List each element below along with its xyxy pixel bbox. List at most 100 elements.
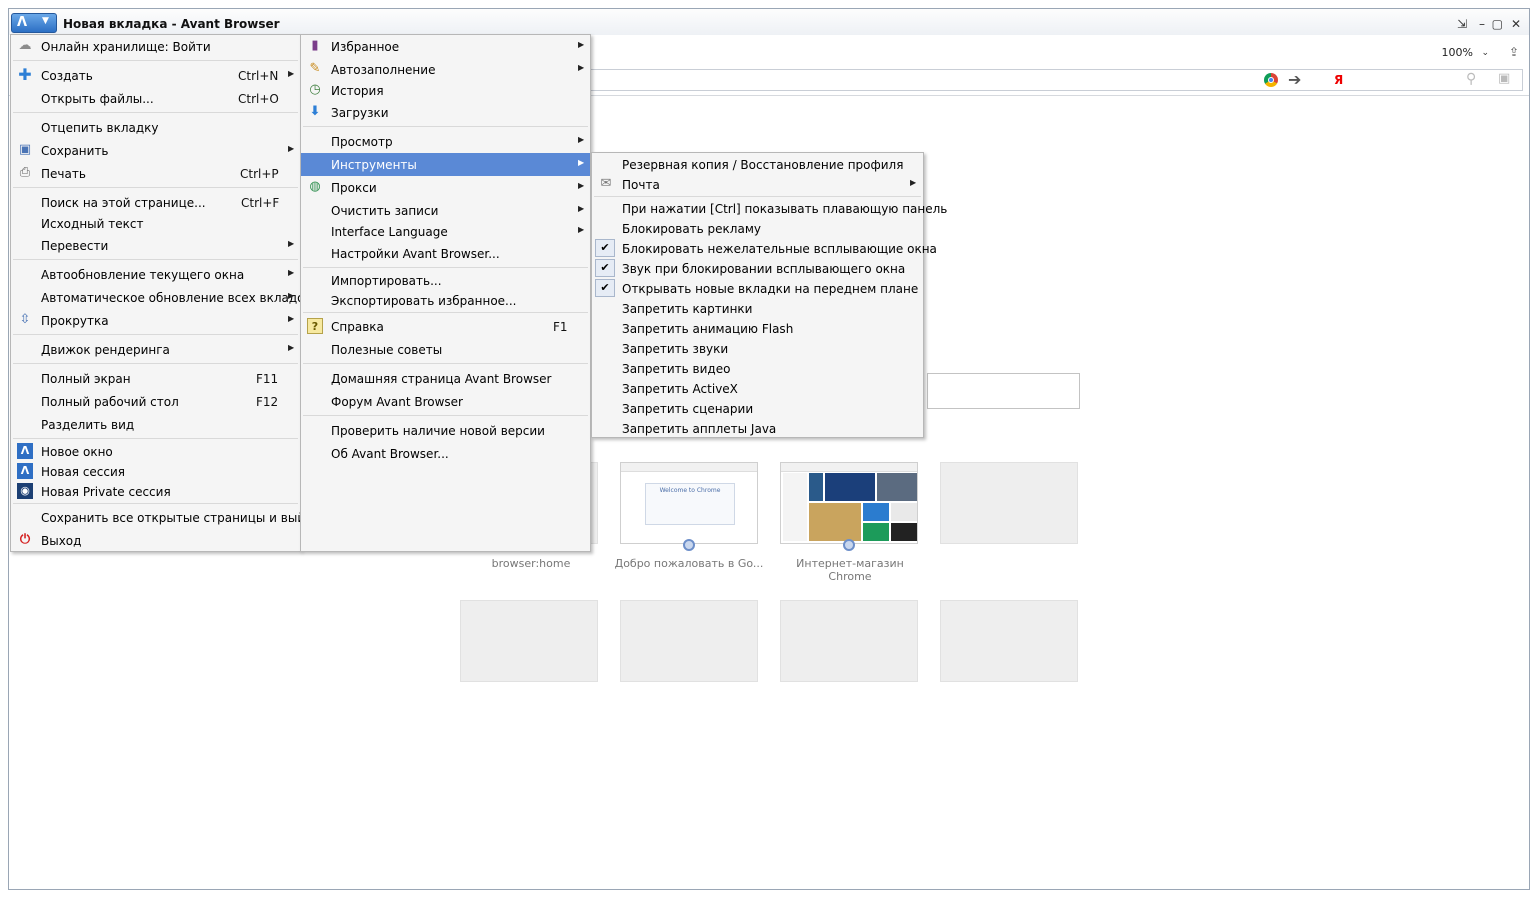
menu-item-print[interactable]: ⎙ Печать Ctrl+P [11,162,300,185]
menu-item-useful-tips[interactable]: Полезные советы [301,338,590,361]
speed-dial-tile-welcome[interactable]: Welcome to Chrome [620,462,758,551]
menu-item-split-view[interactable]: Разделить вид [11,413,300,436]
submenu-arrow-icon: ▶ [578,135,585,144]
speed-dial-tile-empty[interactable] [620,600,758,682]
menu-item-settings[interactable]: Настройки Avant Browser... [301,242,590,265]
menu-item-interface-language[interactable]: Interface Language ▶ [301,220,590,243]
menu-item-auto-refresh-all[interactable]: Автоматическое обновление всех вкладок ▶ [11,286,312,309]
speed-dial-tile-empty[interactable] [460,600,598,682]
welcome-card: Welcome to Chrome [645,483,735,525]
tools-menu: Резервная копия / Восстановление профиля… [591,152,947,440]
menu-item-label: Сохранить все открытые страницы и выйти [41,511,320,525]
menu-item-open-files[interactable]: Открыть файлы... Ctrl+O [11,87,300,110]
menu-item-find[interactable]: Поиск на этой странице... Ctrl+F [11,191,300,214]
search-options-icon[interactable]: ▣ [1498,71,1510,86]
menu-separator [13,503,298,504]
address-bar[interactable]: ➔ Я ⚲ ▣ [589,69,1523,91]
submenu-arrow-icon: ▶ [288,314,295,323]
menu-item-mail[interactable]: ✉ Почта ▶ [592,173,923,196]
bookmark-icon: ▮ [311,38,319,53]
page-search-box[interactable] [927,373,1080,409]
search-icon[interactable]: ⚲ [1466,71,1476,87]
menu-item-help[interactable]: ? Справка F1 [301,315,590,338]
menu-item-label: Сохранить [41,144,109,158]
menu-item-label: Прокси [331,181,377,195]
menu-item-new-private-session[interactable]: ◉ Новая Private сессия [11,480,300,503]
speed-dial-tile-empty[interactable] [780,600,918,682]
sub-menu: ▮ Избранное ▶ ✎ Автозаполнение ▶ ◷ Истор… [300,34,591,552]
checkmark-icon: ✔ [595,279,615,297]
menu-item-save[interactable]: ▣ Сохранить ▶ [11,139,300,162]
yandex-search-icon[interactable]: Я [1334,73,1343,87]
menu-item-tools[interactable]: Инструменты ▶ [301,153,590,176]
menu-item-label: Автозаполнение [331,63,436,77]
close-button[interactable]: ✕ [1511,17,1521,31]
zoom-level[interactable]: 100% [1442,46,1473,59]
menu-item-view[interactable]: Просмотр ▶ [301,130,590,153]
menu-item-history[interactable]: ◷ История [301,79,590,102]
power-icon: ⏻ [19,532,31,547]
menu-item-label: Звук при блокировании всплывающего окна [622,262,906,276]
restore-compact-icon[interactable]: ⇲ [1457,17,1467,31]
menu-item-label: Разделить вид [41,418,135,432]
chrome-engine-icon[interactable] [1264,73,1278,87]
menu-item-full-desktop[interactable]: Полный рабочий стол F12 [11,390,300,413]
menu-item-auto-refresh-window[interactable]: Автообновление текущего окна ▶ [11,263,300,286]
menu-item-label: Экспортировать избранное... [331,294,517,308]
main-menu: ☁ Онлайн хранилище: Войти ✚ Создать Ctrl… [10,34,320,552]
menu-item-proxy[interactable]: ◍ Прокси ▶ [301,176,590,199]
tile-label-welcome[interactable]: Добро пожаловать в Go... [614,557,764,570]
site-favicon-icon [683,539,695,551]
menu-item-label: Просмотр [331,135,393,149]
go-arrow-icon[interactable]: ➔ [1288,70,1301,89]
menu-item-export-favorites[interactable]: Экспортировать избранное... [301,289,590,312]
menu-item-forum[interactable]: Форум Avant Browser [301,390,590,413]
store-banner-game [809,503,861,541]
menu-item-scroll[interactable]: ⇳ Прокрутка ▶ [11,309,300,332]
tile-label-home[interactable]: browser:home [456,557,606,570]
welcome-text: Welcome to Chrome [659,487,721,494]
menu-separator [303,363,588,364]
tile-label-store[interactable]: Интернет-магазин Chrome [775,557,925,583]
menu-item-autofill[interactable]: ✎ Автозаполнение ▶ [301,58,590,81]
menu-separator [303,415,588,416]
speed-dial-tile-empty[interactable] [940,462,1078,544]
menu-separator [303,126,588,127]
menu-shortcut: Ctrl+O [238,92,279,106]
maximize-button[interactable]: ▢ [1492,17,1503,31]
zoom-dropdown-icon[interactable]: ⌄ [1481,48,1489,58]
store-banner [877,473,917,501]
menu-item-cloud-login[interactable]: ☁ Онлайн хранилище: Войти [11,35,300,58]
menu-item-translate[interactable]: Перевести ▶ [11,234,300,257]
menu-item-label: Открыть файлы... [41,92,154,106]
menu-item-label: При нажатии [Ctrl] показывать плавающую … [622,202,948,216]
menu-shortcut: Ctrl+P [240,167,279,181]
menu-item-label: Запретить апплеты Java [622,422,777,436]
menu-item-render-engine[interactable]: Движок рендеринга ▶ [11,338,300,361]
menu-item-view-source[interactable]: Исходный текст [11,212,300,235]
submenu-arrow-icon: ▶ [288,291,295,300]
store-banner-redbull [825,473,875,501]
menu-item-disable-java[interactable]: Запретить апплеты Java [592,417,923,440]
menu-item-clear-records[interactable]: Очистить записи ▶ [301,199,590,222]
app-menu-button[interactable]: Ʌ ▼ [11,13,57,33]
menu-item-downloads[interactable]: ⬇ Загрузки [301,101,590,124]
menu-item-exit[interactable]: ⏻ Выход [11,529,300,552]
minimize-button[interactable]: – [1479,17,1485,31]
menu-item-favorites[interactable]: ▮ Избранное ▶ [301,35,590,58]
menu-item-save-all-exit[interactable]: Сохранить все открытые страницы и выйти [11,506,320,529]
speed-dial-tile-empty[interactable] [940,600,1078,682]
menu-item-label: Резервная копия / Восстановление профиля [622,158,904,172]
menu-item-check-updates[interactable]: Проверить наличие новой версии [301,419,590,442]
menu-item-create[interactable]: ✚ Создать Ctrl+N ▶ [11,64,300,87]
menu-item-label: История [331,84,384,98]
menu-item-detach-tab[interactable]: Отцепить вкладку [11,116,300,139]
menu-item-label: Открывать новые вкладки на переднем план… [622,282,919,296]
zoom-reset-icon[interactable]: ⇪ [1509,45,1519,59]
site-favicon-icon [843,539,855,551]
menu-item-homepage[interactable]: Домашняя страница Avant Browser [301,367,590,390]
menu-item-about[interactable]: Об Avant Browser... [301,442,590,465]
menu-item-fullscreen[interactable]: Полный экран F11 [11,367,300,390]
checkmark-icon: ✔ [595,239,615,257]
speed-dial-tile-store[interactable] [780,462,918,551]
